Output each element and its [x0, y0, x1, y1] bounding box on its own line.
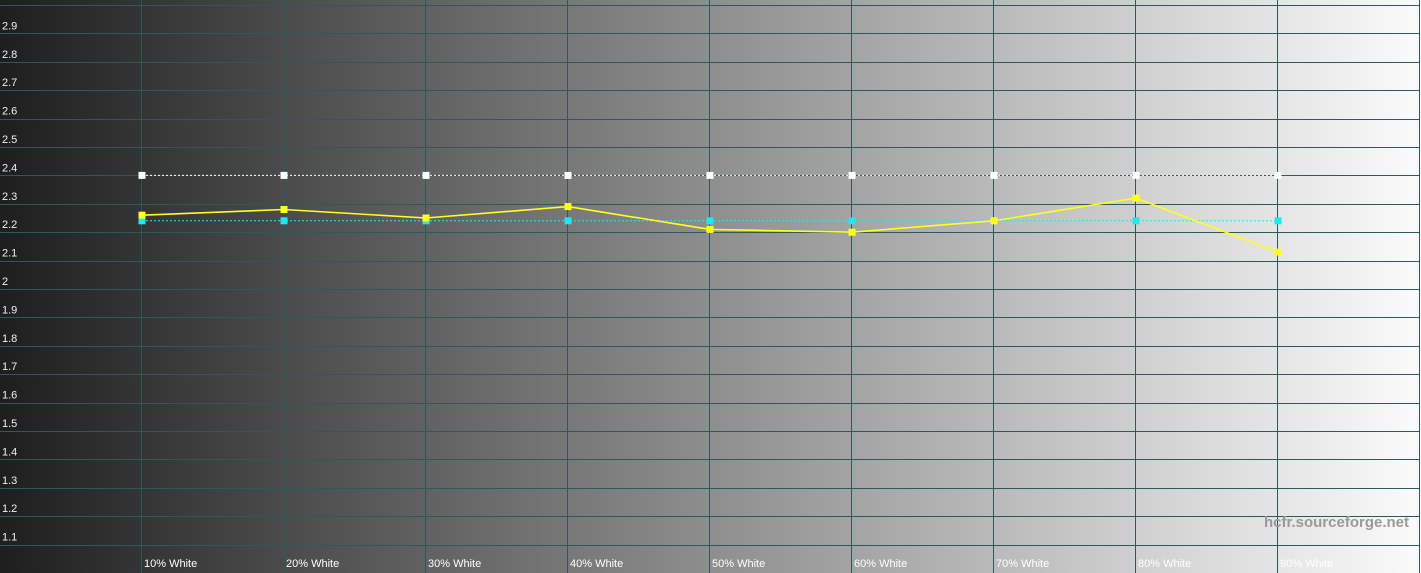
- y-tick-label: 1.9: [2, 304, 17, 316]
- y-tick-label: 2.3: [2, 191, 17, 203]
- y-tick-label: 2.5: [2, 134, 17, 146]
- data-point: [848, 171, 856, 179]
- y-tick-label: 1.1: [2, 532, 17, 544]
- x-axis-ticks: 10% White 20% White 30% White 40% White 50% …: [144, 558, 1333, 570]
- y-tick-label: 2.8: [2, 49, 17, 61]
- y-tick-label: 1.5: [2, 418, 17, 430]
- data-point: [706, 225, 714, 233]
- y-tick-label: 2: [2, 276, 8, 288]
- data-point: [848, 228, 856, 236]
- data-point: [138, 211, 146, 219]
- y-tick-label: 2.6: [2, 106, 17, 118]
- y-tick-label: 1.4: [2, 446, 17, 458]
- data-point: [564, 171, 572, 179]
- x-tick-label: 20% White: [286, 558, 339, 570]
- x-tick-label: 80% White: [1138, 558, 1191, 570]
- y-tick-label: 1.7: [2, 361, 17, 373]
- y-tick-label: 2.9: [2, 20, 17, 32]
- data-point: [138, 171, 146, 179]
- chart-background: [0, 0, 1421, 573]
- chart-svg: 1.1 1.2 1.3 1.4 1.5 1.6 1.7 1.8 1.9 2 2.1 2.2 2.3 2.4…: [0, 0, 1421, 573]
- gamma-chart: 1.1 1.2 1.3 1.4 1.5 1.6 1.7 1.8 1.9 2 2.1 2.2 2.3 2.4…: [0, 0, 1421, 573]
- data-point: [1132, 171, 1140, 179]
- y-tick-label: 1.6: [2, 390, 17, 402]
- data-point: [1132, 217, 1140, 225]
- x-tick-label: 60% White: [854, 558, 907, 570]
- data-point: [280, 206, 288, 213]
- data-point: [280, 171, 288, 179]
- data-point: [1274, 171, 1282, 179]
- data-point: [1274, 248, 1282, 256]
- y-tick-label: 1.3: [2, 475, 17, 487]
- x-tick-label: 40% White: [570, 558, 623, 570]
- data-point: [1274, 217, 1282, 225]
- data-point: [990, 171, 998, 179]
- data-point: [422, 214, 430, 222]
- data-point: [564, 203, 572, 211]
- data-point: [990, 217, 998, 225]
- x-tick-label: 10% White: [144, 558, 197, 570]
- y-tick-label: 2.1: [2, 248, 17, 260]
- x-tick-label: 50% White: [712, 558, 765, 570]
- y-tick-label: 2.7: [2, 77, 17, 89]
- watermark: hcfr.sourceforge.net: [1264, 514, 1409, 531]
- x-tick-label: 30% White: [428, 558, 481, 570]
- data-point: [706, 171, 714, 179]
- y-tick-label: 2.4: [2, 162, 17, 174]
- data-point: [706, 217, 714, 225]
- data-point: [1132, 194, 1140, 202]
- x-tick-label: 70% White: [996, 558, 1049, 570]
- y-tick-label: 1.2: [2, 503, 17, 515]
- data-point: [422, 171, 430, 179]
- x-tick-label: 90% White: [1280, 558, 1333, 570]
- data-point: [848, 217, 856, 225]
- y-tick-label: 1.8: [2, 333, 17, 345]
- data-point: [564, 217, 572, 225]
- y-tick-label: 2.2: [2, 219, 17, 231]
- data-point: [280, 217, 288, 225]
